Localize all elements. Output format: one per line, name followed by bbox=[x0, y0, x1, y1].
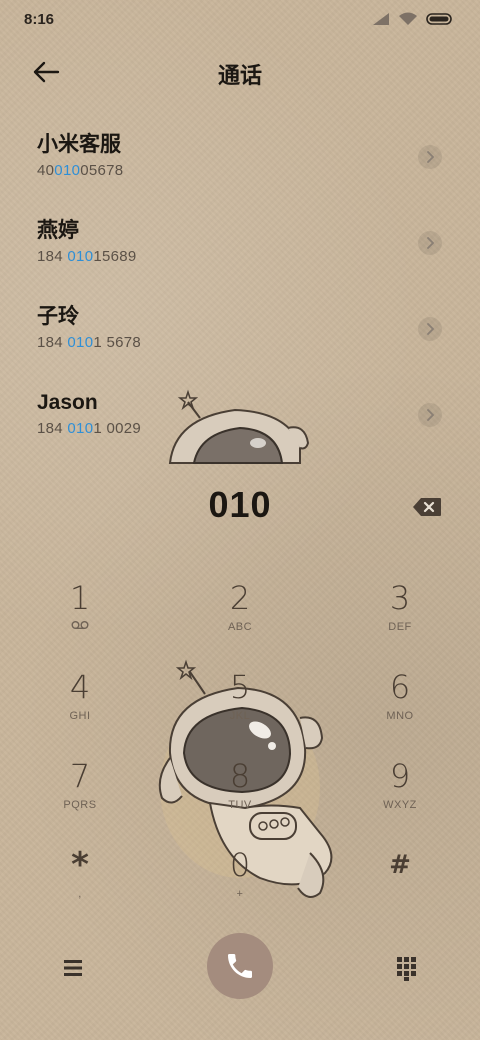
chevron-right-icon bbox=[427, 323, 434, 335]
key-digit: 5 bbox=[229, 668, 251, 706]
number-suffix: 15689 bbox=[93, 248, 137, 265]
number-prefix: 40 bbox=[37, 162, 55, 179]
status-bar: 8:16 bbox=[0, 0, 480, 40]
dialed-number[interactable]: 010 bbox=[0, 484, 480, 526]
status-icons bbox=[372, 12, 454, 26]
contact-item[interactable]: 子玲 184 0101 5678 bbox=[0, 284, 480, 370]
number-match: 010 bbox=[67, 420, 94, 437]
key-letters: PQRS bbox=[63, 799, 97, 811]
key-digit: # bbox=[389, 850, 411, 880]
key-5[interactable]: 5 JKL bbox=[180, 667, 300, 751]
contact-detail-button[interactable] bbox=[418, 403, 442, 427]
contact-item[interactable]: 小米客服 4001005678 bbox=[0, 112, 480, 198]
key-digit: 8 bbox=[229, 757, 251, 795]
key-digit: * bbox=[71, 845, 89, 885]
key-digit: 3 bbox=[389, 579, 411, 617]
key-letters: DEF bbox=[388, 621, 412, 633]
dial-keypad: 1 2 ABC 3 DEF 4 GHI 5 JKL 6 MNO 7 PQRS 8… bbox=[0, 560, 480, 920]
chevron-right-icon bbox=[427, 151, 434, 163]
number-prefix: 184 bbox=[37, 248, 68, 265]
key-letters: + bbox=[236, 888, 244, 900]
number-suffix: 1 0029 bbox=[93, 420, 142, 437]
key-0[interactable]: 0 + bbox=[180, 845, 300, 929]
key-digit: 7 bbox=[69, 757, 91, 795]
contact-detail-button[interactable] bbox=[418, 231, 442, 255]
menu-button[interactable] bbox=[60, 954, 88, 982]
contact-suggestion-list: 小米客服 4001005678 燕婷 184 01015689 子玲 184 0… bbox=[0, 112, 480, 462]
status-time: 8:16 bbox=[24, 11, 55, 28]
key-2[interactable]: 2 ABC bbox=[180, 578, 300, 662]
key-letters: TUV bbox=[228, 799, 252, 811]
number-suffix: 1 5678 bbox=[93, 334, 142, 351]
contact-name: 小米客服 bbox=[37, 133, 121, 156]
key-letters bbox=[340, 887, 460, 901]
key-8[interactable]: 8 TUV bbox=[180, 756, 300, 840]
backspace-button[interactable] bbox=[412, 496, 442, 518]
key-4[interactable]: 4 GHI bbox=[20, 667, 140, 751]
contact-item[interactable]: Jason 184 0101 0029 bbox=[0, 370, 480, 456]
number-prefix: 184 bbox=[37, 420, 68, 437]
bottom-action-bar bbox=[0, 930, 480, 1010]
key-7[interactable]: 7 PQRS bbox=[20, 756, 140, 840]
number-suffix: 05678 bbox=[80, 162, 124, 179]
key-letters: GHI bbox=[69, 710, 91, 722]
contact-name: 子玲 bbox=[37, 305, 79, 328]
contact-number: 184 01015689 bbox=[37, 246, 480, 268]
page-title: 通话 bbox=[217, 63, 262, 88]
key-letters: , bbox=[78, 888, 82, 900]
signal-icon bbox=[373, 13, 389, 25]
header: 通话 bbox=[0, 48, 480, 94]
number-prefix: 184 bbox=[37, 334, 68, 351]
key-3[interactable]: 3 DEF bbox=[340, 578, 460, 662]
key-9[interactable]: 9 WXYZ bbox=[340, 756, 460, 840]
wifi-icon bbox=[399, 12, 417, 25]
voicemail-icon bbox=[20, 620, 140, 634]
contact-detail-button[interactable] bbox=[418, 145, 442, 169]
contact-number: 184 0101 0029 bbox=[37, 418, 480, 440]
key-digit: 0 bbox=[229, 846, 251, 884]
backspace-icon bbox=[413, 498, 441, 516]
dialpad-icon bbox=[397, 957, 416, 981]
dialpad-toggle-button[interactable] bbox=[394, 954, 418, 982]
key-1[interactable]: 1 bbox=[20, 578, 140, 662]
key-letters: JKL bbox=[229, 710, 251, 722]
key-letters: MNO bbox=[386, 710, 414, 722]
battery-icon bbox=[426, 13, 452, 25]
key-letters: ABC bbox=[227, 621, 253, 633]
chevron-right-icon bbox=[427, 237, 434, 249]
key-digit: 1 bbox=[69, 579, 91, 617]
contact-number: 184 0101 5678 bbox=[37, 332, 480, 354]
dialed-number-row: 010 bbox=[0, 478, 480, 538]
key-digit: 2 bbox=[229, 579, 251, 617]
key-digit: 9 bbox=[389, 757, 411, 795]
key-star[interactable]: * , bbox=[20, 845, 140, 929]
number-match: 010 bbox=[67, 334, 94, 351]
contact-number: 4001005678 bbox=[37, 160, 480, 182]
number-match: 010 bbox=[67, 248, 94, 265]
key-6[interactable]: 6 MNO bbox=[340, 667, 460, 751]
chevron-right-icon bbox=[427, 409, 434, 421]
contact-item[interactable]: 燕婷 184 01015689 bbox=[0, 198, 480, 284]
contact-detail-button[interactable] bbox=[418, 317, 442, 341]
key-letters: WXYZ bbox=[383, 799, 417, 811]
contact-name: Jason bbox=[37, 391, 98, 414]
key-digit: 6 bbox=[389, 668, 411, 706]
key-hash[interactable]: # bbox=[340, 845, 460, 929]
phone-icon bbox=[228, 954, 252, 978]
call-button[interactable] bbox=[207, 933, 273, 999]
number-match: 010 bbox=[54, 162, 81, 179]
key-digit: 4 bbox=[69, 668, 91, 706]
menu-icon bbox=[64, 960, 82, 976]
contact-name: 燕婷 bbox=[37, 219, 79, 242]
